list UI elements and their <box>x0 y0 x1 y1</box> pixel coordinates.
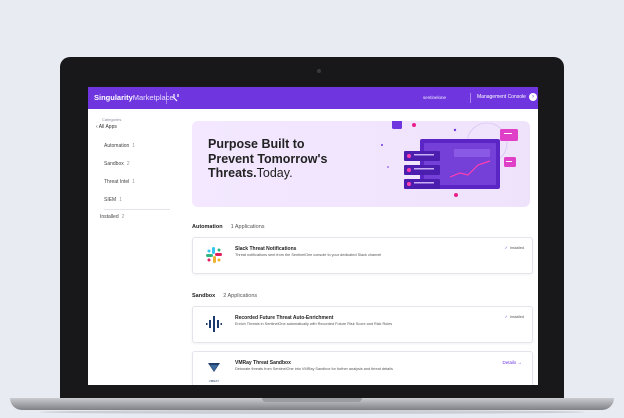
app-description: Enrich Threats in SentinelOne automatica… <box>235 322 393 326</box>
camera-icon <box>317 69 321 73</box>
app-card-recorded-future[interactable]: Recorded Future Threat Auto-Enrichment E… <box>192 306 533 343</box>
check-icon: ✓ <box>504 315 508 319</box>
laptop-shadow <box>40 410 584 414</box>
app-title: VMRay Threat Sandbox <box>235 360 291 366</box>
sidebar-divider <box>104 209 170 210</box>
status-label: Installed <box>509 315 524 319</box>
sidebar-item-automation[interactable]: Automation 1 <box>104 143 135 149</box>
app-screen: SingularityMarketplace sentinelone Manag… <box>88 87 538 385</box>
all-apps-link[interactable]: ‹ All Apps <box>96 124 117 130</box>
sidebar-item-count: 1 <box>132 143 136 149</box>
sidebar-item-count: 2 <box>126 161 130 167</box>
brand-bold: Singularity <box>94 93 133 102</box>
sidebar-item-siem[interactable]: SIEM 1 <box>104 197 122 203</box>
section-count: 2 Applications <box>223 293 258 299</box>
sidebar-item-threat-intel[interactable]: Threat Intel 1 <box>104 179 135 185</box>
app-title: Recorded Future Threat Auto-Enrichment <box>235 315 334 321</box>
recorded-future-icon <box>205 315 223 333</box>
management-console-link[interactable]: Management Console <box>477 94 526 100</box>
sidebar-item-label: Threat Intel <box>104 179 130 185</box>
divider <box>470 93 471 103</box>
sidebar-item-label: Installed <box>100 214 119 220</box>
installed-badge: ✓ Installed <box>505 314 524 319</box>
sidebar-item-count: 2 <box>121 214 125 220</box>
hero-illustration <box>381 121 518 197</box>
app-description: Threat notifications sent from the Senti… <box>235 253 382 257</box>
details-link[interactable]: Details → <box>502 360 522 365</box>
check-icon: ✓ <box>504 246 508 250</box>
section-count: 1 Applications <box>230 224 265 230</box>
section-name: Sandbox <box>192 293 216 299</box>
brand-light: Marketplace <box>132 93 174 102</box>
app-card-slack[interactable]: Slack Threat Notifications Threat notifi… <box>192 237 533 274</box>
brand-logo[interactable]: SingularityMarketplace <box>94 93 174 102</box>
sidebar-item-sandbox[interactable]: Sandbox 2 <box>104 161 130 167</box>
sidebar-item-installed[interactable]: Installed 2 <box>100 214 124 220</box>
hero-banner: Purpose Built to Prevent Tomorrow's Thre… <box>192 121 530 207</box>
section-heading-automation: Automation 1 Applications <box>192 224 265 230</box>
sidebar-item-count: 1 <box>119 197 123 203</box>
app-card-vmray[interactable]: VMRAY VMRay Threat Sandbox Detonate thre… <box>192 351 533 385</box>
section-name: Automation <box>192 224 223 230</box>
account-name[interactable]: sentinelone <box>423 95 446 100</box>
sentinelone-logo-icon <box>172 93 180 104</box>
sidebar-item-count: 1 <box>132 179 136 185</box>
section-heading-sandbox: Sandbox 2 Applications <box>192 293 257 299</box>
top-bar: SingularityMarketplace sentinelone Manag… <box>88 87 538 109</box>
sidebar: Categories ‹ All Apps Automation 1 Sandbo… <box>88 109 180 385</box>
categories-heading: Categories <box>102 117 122 122</box>
status-label: Installed <box>509 246 524 250</box>
slack-icon <box>205 246 223 264</box>
vmray-icon-text: VMRAY <box>208 379 220 383</box>
divider <box>166 92 167 104</box>
sidebar-item-label: SIEM <box>104 197 117 203</box>
app-description: Detonate threats from SentinelOne into V… <box>235 367 393 371</box>
vmray-icon: VMRAY <box>205 360 223 383</box>
sidebar-item-label: Sandbox <box>104 161 124 167</box>
arrow-right-circle-icon[interactable]: › <box>529 93 537 101</box>
app-title: Slack Threat Notifications <box>235 246 297 252</box>
laptop-notch <box>262 398 362 402</box>
sidebar-item-label: Automation <box>104 143 130 149</box>
installed-badge: ✓ Installed <box>505 245 524 250</box>
